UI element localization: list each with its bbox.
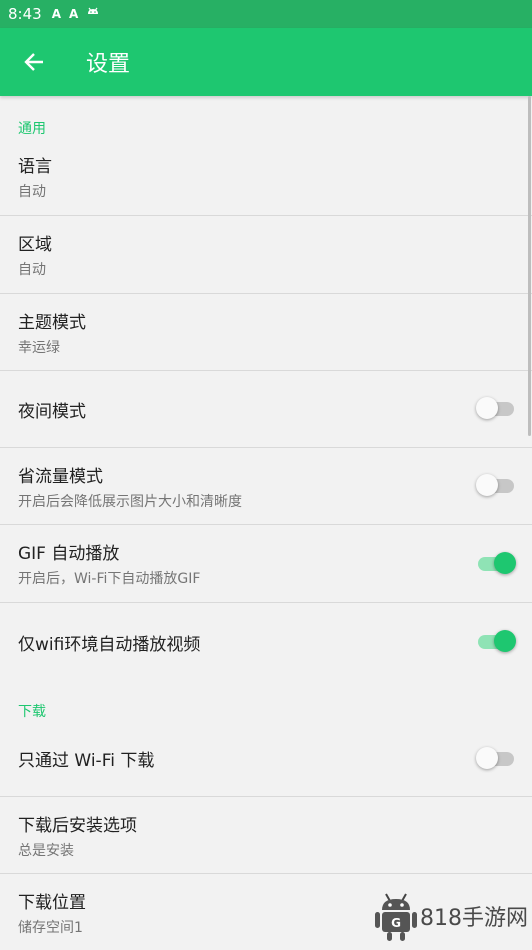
notification-a-icon: A [51,7,61,21]
watermark: G 818手游网 [374,890,528,942]
scrollbar[interactable] [528,96,531,436]
setting-title: 只通过 Wi-Fi 下载 [18,751,155,771]
setting-value: 自动 [18,262,46,278]
watermark-text: 818手游网 [420,906,528,931]
setting-title: 夜间模式 [18,401,86,422]
setting-title: 主题模式 [18,312,86,333]
setting-title: 仅wifi环境自动播放视频 [18,634,201,655]
setting-gif-autoplay[interactable]: GIF 自动播放 开启后，Wi-Fi下自动播放GIF [0,525,532,603]
back-button[interactable] [2,28,66,96]
setting-description: 开启后，Wi-Fi下自动播放GIF [18,571,201,587]
night-mode-toggle[interactable] [476,397,514,421]
section-header-download: 下载 [18,704,46,720]
notification-a-icon: A [68,7,79,21]
settings-list: 通用 语言 自动 区域 自动 主题模式 幸运绿 夜间模式 省流量模式 开启后会降… [0,96,532,950]
setting-value: 总是安装 [18,842,74,859]
gif-autoplay-toggle[interactable] [478,551,516,576]
section-header-general: 通用 [18,121,46,137]
watermark-badge: G [391,916,401,930]
setting-title: 省流量模式 [18,466,103,487]
wifi-download-toggle[interactable] [476,746,514,771]
setting-value: 幸运绿 [18,339,60,356]
page-title: 设置 [86,52,131,77]
app-bar: 设置 [0,28,532,96]
setting-theme[interactable]: 主题模式 幸运绿 [0,294,532,371]
setting-wifi-video-autoplay[interactable]: 仅wifi环境自动播放视频 [0,603,532,681]
setting-title: 语言 [18,157,52,177]
setting-title: 区域 [18,235,52,255]
setting-title: 下载后安装选项 [18,815,137,836]
setting-description: 开启后会降低展示图片大小和清晰度 [18,493,242,510]
status-time: 8:43 [8,5,42,23]
back-arrow-icon [24,53,43,71]
setting-data-saver[interactable]: 省流量模式 开启后会降低展示图片大小和清晰度 [0,448,532,525]
setting-wifi-only-download[interactable]: 只通过 Wi-Fi 下载 [0,721,532,797]
android-icon [86,6,100,23]
setting-value: 自动 [18,184,46,200]
setting-title: GIF 自动播放 [18,544,120,564]
wifi-video-toggle[interactable] [478,630,516,654]
setting-install-option[interactable]: 下载后安装选项 总是安装 [0,797,532,874]
setting-region[interactable]: 区域 自动 [0,216,532,294]
android-robot-icon: G [375,893,417,941]
setting-language[interactable]: 语言 自动 [0,138,532,216]
data-saver-toggle[interactable] [476,474,514,498]
setting-night-mode[interactable]: 夜间模式 [0,371,532,448]
status-bar: 8:43 A A [0,0,532,28]
